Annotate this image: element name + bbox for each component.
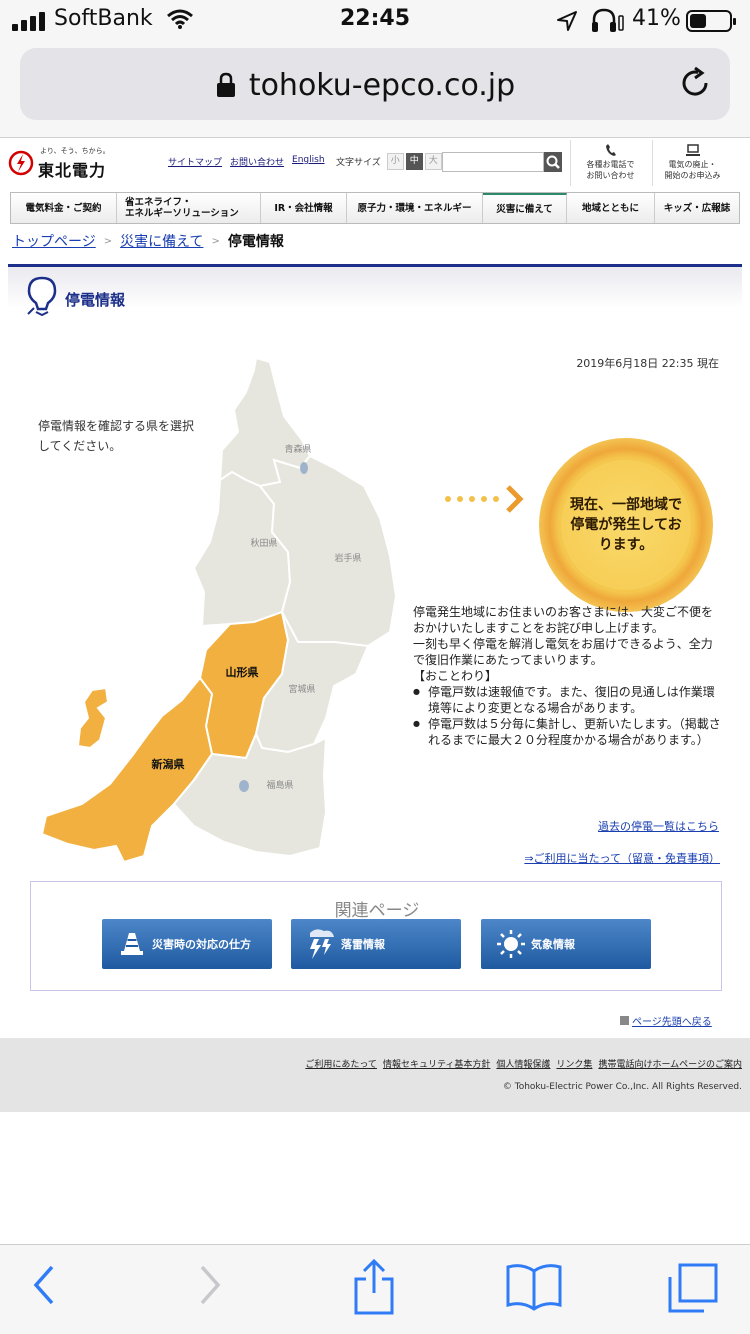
related-pages: 関連ページ 災害時の対応の仕方 落雷情報 気象情報 <box>30 881 722 991</box>
font-size-large[interactable]: 大 <box>424 153 442 170</box>
contact-link[interactable]: お問い合わせ <box>230 155 284 168</box>
traffic-cone-icon <box>112 931 152 957</box>
company-logo[interactable]: より、そう、ちから。 東北電力 <box>8 144 138 184</box>
back-chevron-icon[interactable] <box>30 1263 58 1307</box>
lake-mark <box>300 462 308 474</box>
font-size-medium[interactable]: 中 <box>405 153 423 170</box>
nav-item-ir[interactable]: IR・会社情報 <box>261 193 347 223</box>
terms-of-use-link[interactable]: ⇒ご利用に当たって（留意・免責事項） <box>470 850 720 866</box>
prefecture-label-fukushima: 福島県 <box>266 779 293 791</box>
footer-link-terms[interactable]: ご利用にあたって <box>305 1057 377 1070</box>
logo-tagline: より、そう、ちから。 <box>40 147 110 155</box>
font-size-selector: 文字サイズ 小 中 大 <box>336 153 442 170</box>
update-timestamp: 2019年6月18日 22:35 現在 <box>576 357 719 370</box>
site-footer: ご利用にあたって 情報セキュリティ基本方針 個人情報保護 リンク集 携帯電話向け… <box>0 1038 750 1112</box>
forward-chevron-icon[interactable] <box>196 1263 224 1307</box>
nav-item-energy-solution[interactable]: 省エネライフ・ エネルギーソリューション <box>117 193 261 223</box>
chevron-right-icon: > <box>211 235 220 247</box>
breadcrumb-current: 停電情報 <box>227 234 284 250</box>
browser-toolbar <box>0 1244 750 1334</box>
outage-status-badge: 現在、一部地域で停電が発生しております。 <box>539 438 713 612</box>
prefecture-label-akita: 秋田県 <box>250 537 277 549</box>
arrow-up-icon <box>620 1016 629 1025</box>
headphones-icon <box>592 8 624 32</box>
global-nav: 電気料金・ご契約 省エネライフ・ エネルギーソリューション IR・会社情報 原子… <box>10 192 740 224</box>
footer-link-privacy[interactable]: 個人情報保護 <box>496 1057 550 1070</box>
lightning-info-label: 落雷情報 <box>341 938 385 951</box>
breadcrumb-disaster[interactable]: 災害に備えて <box>120 231 203 251</box>
weather-info-button[interactable]: 気象情報 <box>481 919 651 969</box>
tohoku-prefecture-map: 青森県 秋田県 岩手県 山形県 宮城県 新潟県 福島県 <box>40 356 398 864</box>
outage-notice: 停電発生地域にお住まいのお客さまには、大変ご不便をおかけいたしますことをお詫び申… <box>413 604 723 748</box>
back-to-top-link[interactable]: ページ先頭へ戻る <box>620 1013 712 1028</box>
nav-item-nuclear[interactable]: 原子力・環境・エネルギー <box>347 193 483 223</box>
share-icon[interactable] <box>352 1259 396 1315</box>
header-links: サイトマップ お問い合わせ English <box>168 155 325 168</box>
site-search-button[interactable] <box>544 152 562 172</box>
breadcrumb-home[interactable]: トップページ <box>12 231 96 251</box>
reload-icon[interactable] <box>676 64 714 102</box>
prefecture-niigata[interactable] <box>40 676 214 864</box>
laptop-icon <box>685 144 700 156</box>
lightning-logo-icon <box>8 150 34 176</box>
prefecture-label-yamagata: 山形県 <box>226 665 259 679</box>
footer-links: ご利用にあたって 情報セキュリティ基本方針 個人情報保護 リンク集 携帯電話向け… <box>305 1057 742 1070</box>
dotted-arrow-icon <box>445 485 524 513</box>
nav-item-disaster[interactable]: 災害に備えて <box>483 193 567 223</box>
page-title: 停電情報 <box>65 291 126 309</box>
past-outages-link[interactable]: 過去の停電一覧はこちら <box>500 818 719 834</box>
footer-link-security[interactable]: 情報セキュリティ基本方針 <box>383 1057 490 1070</box>
weather-info-label: 気象情報 <box>531 938 575 951</box>
ios-status-bar: SoftBank 22:45 41% <box>0 0 750 40</box>
disaster-response-button[interactable]: 災害時の対応の仕方 <box>102 919 272 969</box>
location-arrow-icon <box>557 11 577 31</box>
address-bar[interactable]: tohoku-epco.co.jp <box>20 48 730 120</box>
copyright: © Tohoku-Electric Power Co.,Inc. All Rig… <box>502 1082 742 1092</box>
browser-address-area: tohoku-epco.co.jp <box>0 40 750 138</box>
disaster-response-label: 災害時の対応の仕方 <box>152 938 251 951</box>
font-size-label: 文字サイズ <box>336 158 381 168</box>
battery-percentage: 41% <box>632 6 681 31</box>
service-application-button[interactable]: 電気の廃止・ 開始のお申込み <box>652 140 732 186</box>
logo-name: 東北電力 <box>38 161 107 180</box>
notice-apology: 停電発生地域にお住まいのお客さまには、大変ご不便をおかけいたしますことをお詫び申… <box>413 605 714 635</box>
bookmarks-icon[interactable] <box>506 1263 562 1311</box>
notice-restoration: 一刻も早く停電を解消し電気をお届けできるよう、全力で復旧作業にあたってまいります… <box>413 637 713 667</box>
battery-icon <box>686 10 736 32</box>
lake-mark <box>239 780 249 792</box>
outage-status-text: 現在、一部地域で停電が発生しております。 <box>570 497 682 553</box>
light-bulb-icon <box>27 276 57 317</box>
sitemap-link[interactable]: サイトマップ <box>168 155 222 168</box>
english-link[interactable]: English <box>292 155 325 168</box>
site-header: より、そう、ちから。 東北電力 サイトマップ お問い合わせ English 文字… <box>0 138 750 192</box>
nav-item-billing[interactable]: 電気料金・ご契約 <box>11 193 117 223</box>
notice-disclaimer-heading: 【おことわり】 <box>413 669 498 683</box>
lightning-info-button[interactable]: 落雷情報 <box>291 919 461 969</box>
nav-item-community[interactable]: 地域とともに <box>567 193 655 223</box>
list-item: 停電戸数は速報値です。また、復旧の見通しは作業環境等により変更となる場合がありま… <box>413 684 723 716</box>
prefecture-label-miyagi: 宮城県 <box>288 683 315 695</box>
url-text: tohoku-epco.co.jp <box>248 68 516 103</box>
nav-item-kids[interactable]: キッズ・広報誌 <box>655 193 739 223</box>
footer-link-links[interactable]: リンク集 <box>556 1057 592 1070</box>
list-item: 停電戸数は５分毎に集計し、更新いたします。（掲載されるまでに最大２０分程度かかる… <box>413 716 723 748</box>
site-search-input[interactable] <box>442 152 544 172</box>
disclaimer-list: 停電戸数は速報値です。また、復旧の見通しは作業環境等により変更となる場合がありま… <box>413 684 723 748</box>
phone-icon <box>605 144 616 156</box>
prefecture-label-niigata: 新潟県 <box>152 757 185 771</box>
prefecture-label-iwate: 岩手県 <box>334 552 361 564</box>
related-pages-title: 関連ページ <box>334 901 420 921</box>
page-title-bar: 停電情報 <box>8 264 742 326</box>
tabs-icon[interactable] <box>666 1261 720 1315</box>
phone-inquiry-button[interactable]: 各種お電話で お問い合わせ <box>570 140 650 186</box>
chevron-right-icon: > <box>103 235 113 247</box>
prefecture-label-aomori: 青森県 <box>284 443 311 455</box>
font-size-small[interactable]: 小 <box>386 153 404 170</box>
sun-icon <box>491 929 531 959</box>
footer-link-mobile[interactable]: 携帯電話向けホームページのご案内 <box>598 1057 742 1070</box>
prefecture-niigata-sado[interactable] <box>76 686 110 750</box>
lightning-icon <box>301 927 341 961</box>
breadcrumb: トップページ > 災害に備えて > 停電情報 <box>12 231 284 251</box>
search-icon <box>546 155 560 169</box>
